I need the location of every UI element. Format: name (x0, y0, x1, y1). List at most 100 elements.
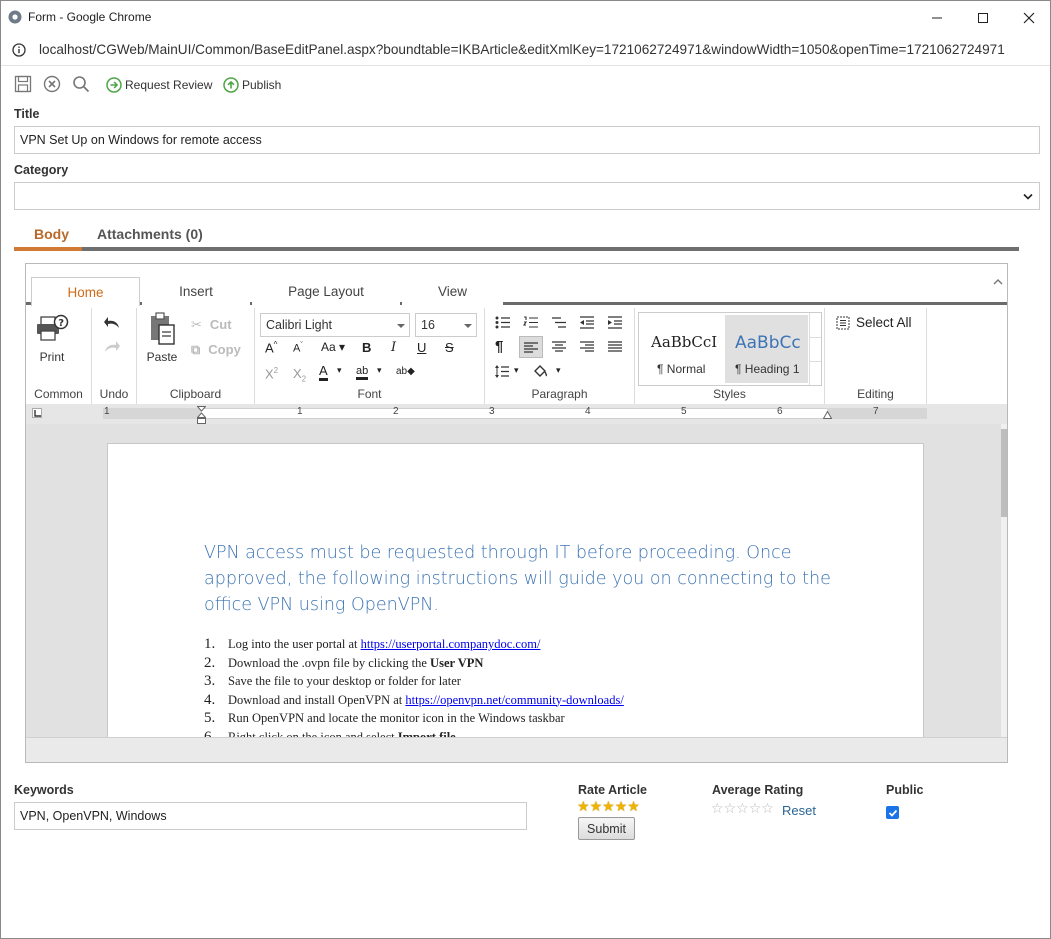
styles-scroll[interactable] (809, 313, 821, 385)
rate-article-label: Rate Article (578, 783, 648, 797)
category-label: Category (14, 163, 69, 177)
ribbon-tab-page-layout[interactable]: Page Layout (252, 277, 400, 305)
superscript-icon[interactable]: X2 (265, 366, 278, 381)
ribbon-tabs: Home Insert Page Layout View (26, 277, 1007, 306)
cancel-icon[interactable] (43, 75, 61, 93)
right-indent-marker[interactable] (823, 411, 832, 419)
justify-icon[interactable] (608, 341, 622, 352)
style-heading-1[interactable]: AaBbCc ¶ Heading 1 (725, 315, 808, 383)
paragraph-mark-icon[interactable]: ¶ (495, 338, 503, 355)
close-window-button[interactable] (1006, 1, 1051, 34)
tab-stop-selector[interactable] (32, 408, 42, 418)
font-color-icon[interactable]: A (319, 364, 328, 381)
search-icon[interactable] (72, 75, 90, 93)
ruler-num: 7 (873, 406, 879, 417)
step-item: 2. Download the .ovpn file by clicking th… (204, 655, 624, 674)
request-review-button[interactable]: Request Review (106, 77, 212, 93)
style-normal[interactable]: AaBbCcI ¶ Normal (641, 315, 724, 383)
highlight-icon[interactable]: ab (356, 365, 369, 380)
step-link[interactable]: https://openvpn.net/community-downloads/ (405, 693, 623, 708)
average-rating-label: Average Rating (712, 783, 804, 797)
chevron-down-icon[interactable]: ▾ (377, 366, 382, 376)
subscript-icon[interactable]: X2 (293, 366, 306, 384)
title-input[interactable]: VPN Set Up on Windows for remote access (14, 126, 1040, 154)
chevron-down-icon[interactable]: ▾ (514, 365, 519, 376)
style-heading-label: Heading 1 (744, 362, 800, 376)
multilevel-list-icon[interactable] (551, 316, 567, 329)
address-bar[interactable]: localhost/CGWeb/MainUI/Common/BaseEditPa… (1, 34, 1050, 66)
shading-icon[interactable] (533, 364, 549, 378)
chevron-down-icon[interactable]: ▾ (556, 365, 561, 376)
svg-text:?: ? (58, 318, 64, 329)
info-icon[interactable] (12, 43, 26, 57)
document-scrollbar[interactable] (1001, 424, 1007, 737)
grow-font-icon[interactable]: A^ (265, 340, 277, 355)
line-spacing-icon[interactable] (495, 365, 509, 378)
rate-star-icon[interactable]: ★ (577, 799, 590, 813)
steps-list: 1. Log into the user portal at https://us… (204, 636, 624, 737)
public-checkbox[interactable] (886, 806, 899, 819)
shrink-font-icon[interactable]: Aˇ (293, 342, 303, 355)
numbered-list-icon[interactable] (523, 316, 539, 329)
increase-indent-icon[interactable] (607, 316, 623, 329)
ribbon-tab-insert[interactable]: Insert (142, 277, 250, 305)
ribbon-tab-view[interactable]: View (402, 277, 503, 305)
rate-star-icon[interactable]: ★ (627, 799, 640, 813)
bullet-list-icon[interactable] (495, 316, 511, 329)
chevron-down-icon[interactable]: ▾ (337, 366, 342, 376)
ribbon-tab-home[interactable]: Home (31, 277, 140, 306)
change-case-icon[interactable]: Aa ▾ (321, 340, 345, 354)
minimize-button[interactable] (914, 1, 960, 34)
decrease-indent-icon[interactable] (579, 316, 595, 329)
step-text: Download and install OpenVPN at (228, 692, 406, 707)
print-button[interactable]: ? Print (34, 313, 70, 364)
ruler: 1 1 2 3 4 5 6 7 (26, 404, 1007, 424)
url-text[interactable]: localhost/CGWeb/MainUI/Common/BaseEditPa… (39, 42, 1005, 57)
keywords-input[interactable]: VPN, OpenVPN, Windows (14, 802, 527, 830)
paste-label: Paste (146, 350, 178, 364)
rate-star-icon[interactable]: ★ (590, 799, 603, 813)
indent-marker[interactable] (197, 406, 206, 424)
maximize-button[interactable] (960, 1, 1006, 34)
scrollbar-thumb[interactable] (1001, 429, 1007, 517)
clear-format-icon[interactable]: ab◆ (396, 366, 415, 377)
italic-icon[interactable]: I (391, 340, 396, 355)
document-page[interactable]: VPN access must be requested through IT … (107, 443, 924, 737)
tab-attachments[interactable]: Attachments (0) (97, 226, 203, 242)
align-right-icon[interactable] (580, 341, 594, 352)
bold-icon[interactable]: B (362, 340, 371, 355)
maximize-icon (978, 12, 988, 23)
underline-icon[interactable]: U (417, 340, 426, 355)
strikethrough-icon[interactable]: S (445, 340, 454, 355)
font-name-select[interactable]: Calibri Light (260, 313, 410, 337)
step-link[interactable]: https://userportal.companydoc.com/ (361, 637, 541, 652)
align-center-icon[interactable] (552, 341, 566, 352)
step-number: 5. (204, 710, 216, 726)
cut-button[interactable]: ✂ Cut (191, 317, 232, 333)
save-icon[interactable] (14, 75, 32, 93)
select-all-button[interactable]: Select All (836, 315, 912, 330)
step-number: 1. (204, 636, 216, 652)
tab-body[interactable]: Body (34, 226, 69, 242)
copy-label: Copy (208, 342, 241, 357)
ribbon-group-common: ? Print Common (26, 308, 92, 404)
ruler-num: 4 (585, 406, 591, 417)
align-left-button[interactable] (519, 336, 543, 358)
paste-button[interactable]: Paste (144, 312, 180, 364)
rate-star-icon[interactable]: ★ (615, 799, 628, 813)
copy-button[interactable]: ⧉ Copy (191, 342, 241, 358)
undo-icon[interactable] (103, 316, 121, 330)
rate-star-icon[interactable]: ★ (602, 799, 615, 813)
submit-rating-button[interactable]: Submit (578, 817, 635, 840)
document-heading[interactable]: VPN access must be requested through IT … (204, 540, 844, 618)
ruler-num: 1 (104, 406, 110, 417)
reset-rating-link[interactable]: Reset (782, 803, 816, 818)
redo-icon[interactable] (103, 340, 121, 354)
rate-stars[interactable]: ★★★★★ (577, 799, 640, 814)
document-area: VPN access must be requested through IT … (26, 424, 1007, 737)
font-size-select[interactable]: 16 (415, 313, 477, 337)
ruler-num: 5 (681, 406, 687, 417)
group-label-common: Common (34, 387, 83, 401)
category-select[interactable] (14, 182, 1040, 210)
publish-button[interactable]: Publish (223, 77, 281, 93)
